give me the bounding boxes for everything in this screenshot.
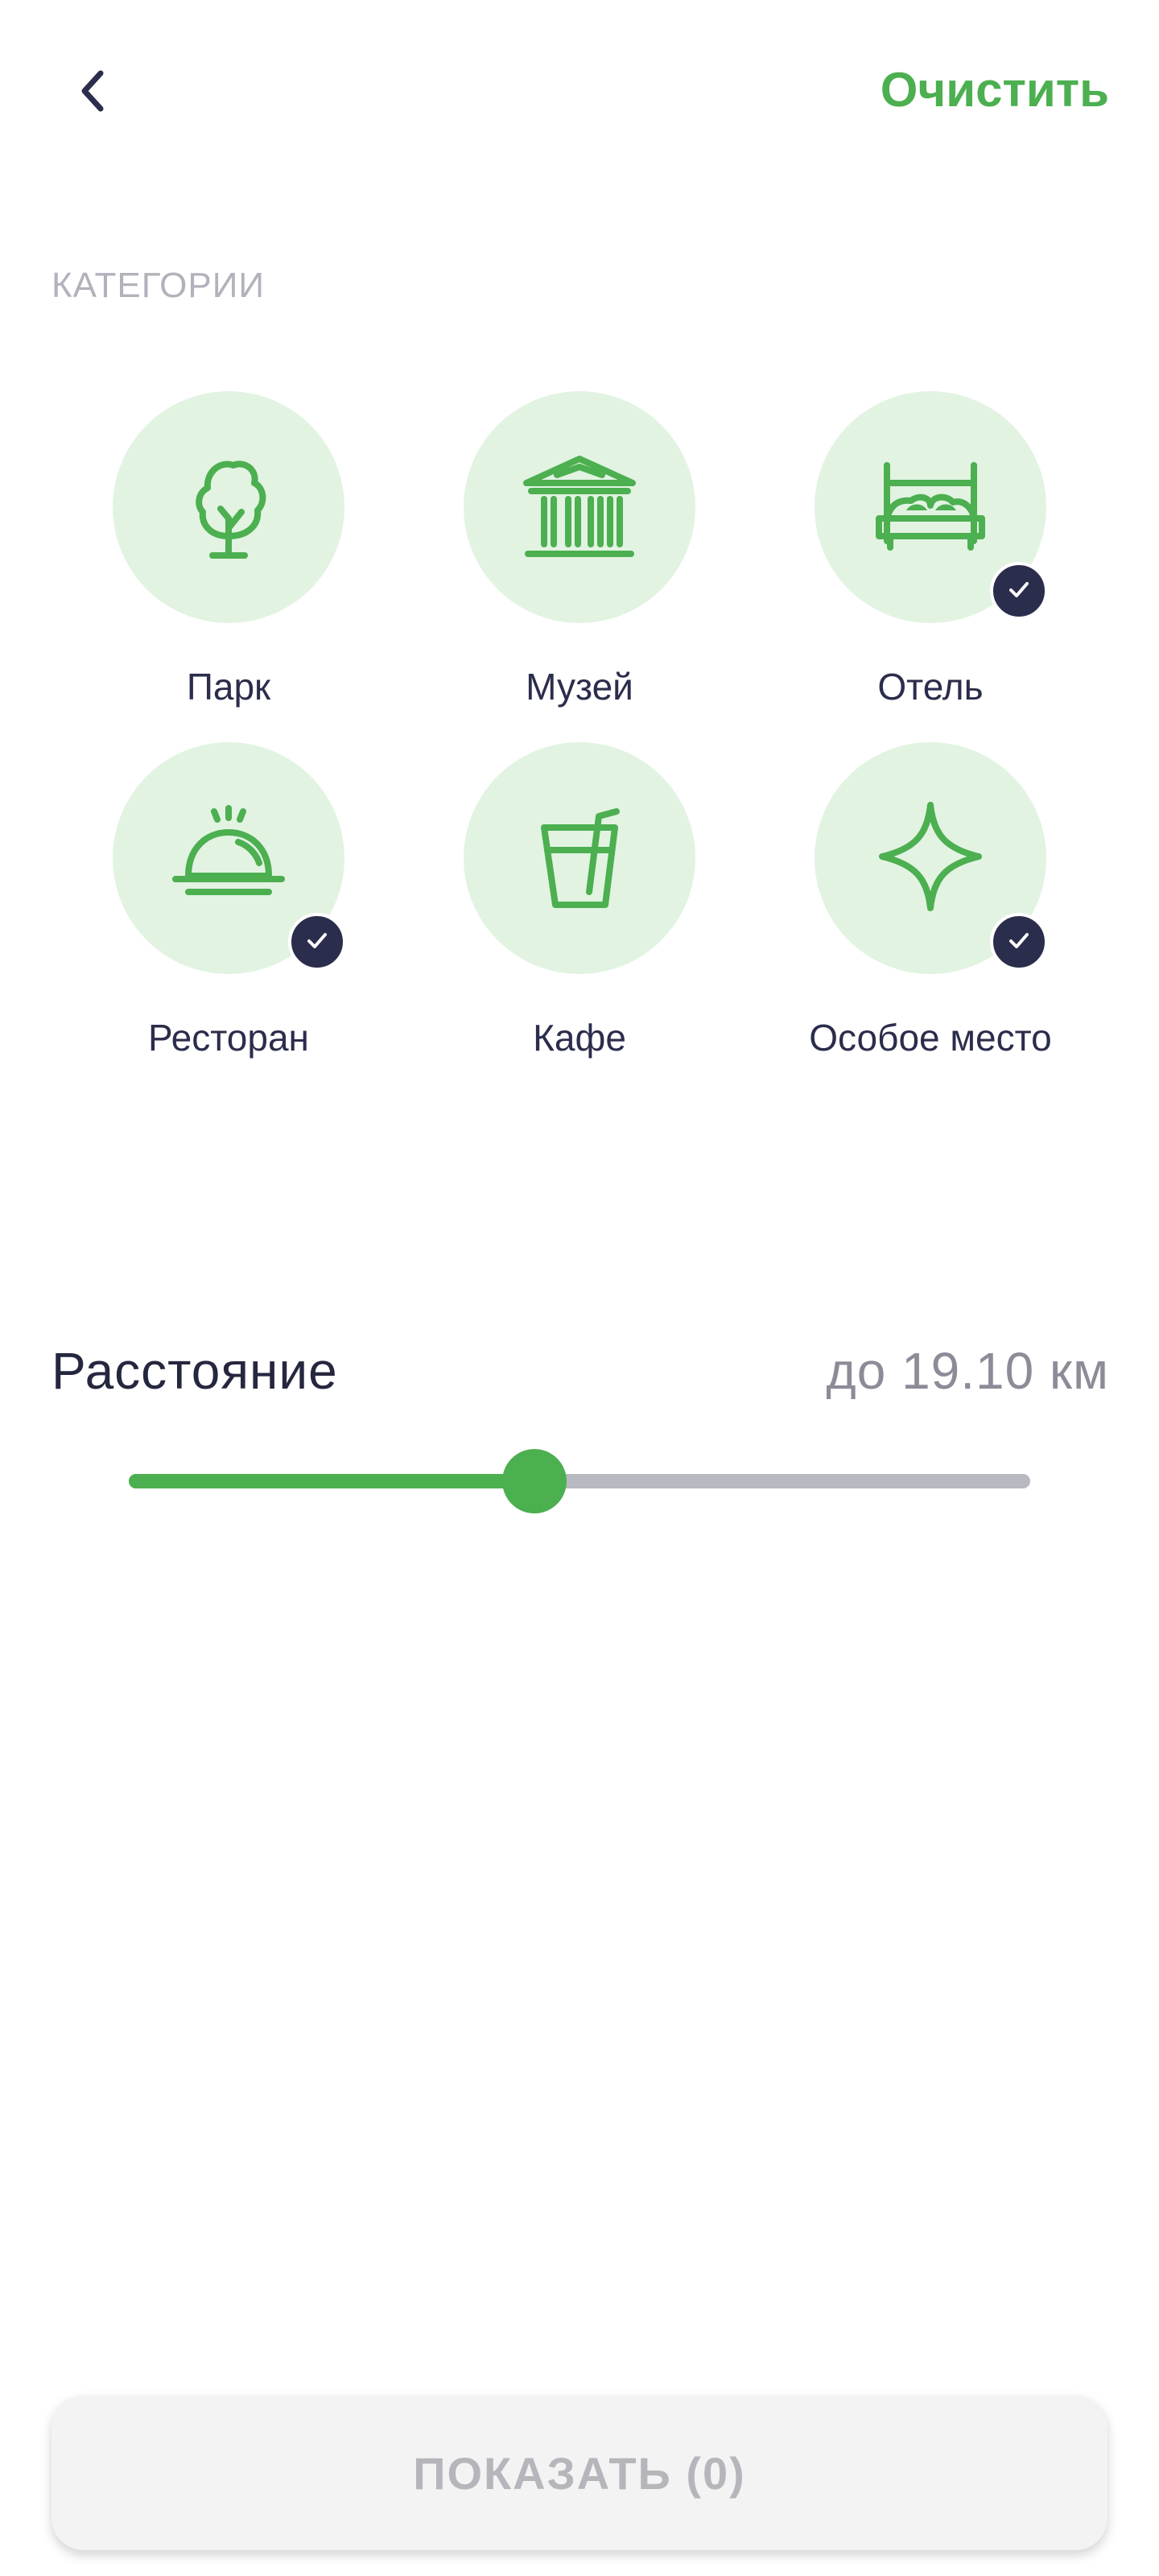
- category-label: Кафе: [533, 1017, 626, 1059]
- category-special-place[interactable]: Особое место: [777, 742, 1083, 1080]
- category-restaurant-circle: [113, 742, 346, 974]
- category-label: Музей: [526, 666, 633, 708]
- cloche-icon: [164, 792, 293, 925]
- drink-cup-icon: [515, 792, 644, 925]
- category-label: Особое место: [809, 1017, 1052, 1059]
- show-results-button[interactable]: ПОКАЗАТЬ (0): [52, 2396, 1107, 2550]
- distance-slider[interactable]: [129, 1449, 1030, 1513]
- check-icon: [1006, 576, 1032, 606]
- selected-check-badge: [288, 913, 346, 971]
- slider-thumb[interactable]: [502, 1449, 567, 1513]
- category-hotel-circle: [815, 391, 1048, 623]
- selected-check-badge: [990, 913, 1048, 971]
- tree-icon: [164, 441, 293, 574]
- filter-screen: Очистить КАТЕГОРИИ Парк Музей Отель Рест…: [0, 0, 1159, 2576]
- category-cafe[interactable]: Кафе: [427, 742, 732, 1080]
- distance-label: Расстояние: [52, 1342, 338, 1400]
- sparkle-icon: [866, 792, 995, 925]
- museum-icon: [515, 441, 644, 574]
- category-label: Парк: [186, 666, 271, 708]
- chevron-left-icon: [75, 67, 110, 119]
- category-label: Ресторан: [148, 1017, 309, 1059]
- clear-button[interactable]: Очистить: [881, 58, 1109, 122]
- category-hotel[interactable]: Отель: [777, 391, 1083, 729]
- selected-check-badge: [990, 562, 1048, 620]
- category-park-circle: [113, 391, 344, 623]
- category-museum-circle: [464, 391, 695, 623]
- category-restaurant[interactable]: Ресторан: [76, 742, 382, 1080]
- slider-fill: [129, 1474, 534, 1488]
- categories-title: КАТЕГОРИИ: [52, 266, 265, 305]
- category-special-place-circle: [815, 742, 1048, 974]
- check-icon: [1006, 927, 1032, 957]
- category-park[interactable]: Парк: [76, 391, 382, 729]
- category-cafe-circle: [464, 742, 695, 974]
- distance-value: до 19.10 км: [826, 1342, 1109, 1400]
- category-museum[interactable]: Музей: [427, 391, 732, 729]
- bed-icon: [866, 441, 995, 574]
- back-button[interactable]: [56, 56, 129, 129]
- check-icon: [304, 927, 330, 957]
- category-label: Отель: [877, 666, 984, 708]
